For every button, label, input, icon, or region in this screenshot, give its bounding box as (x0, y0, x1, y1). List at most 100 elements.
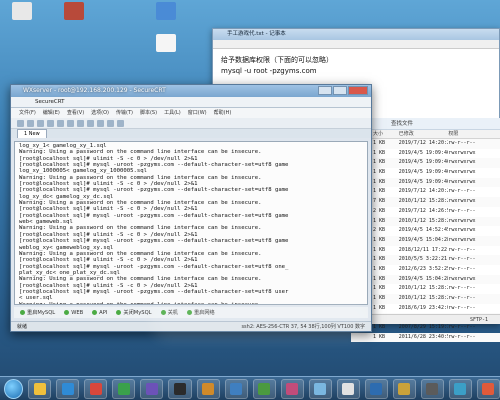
taskbar-button[interactable] (84, 378, 108, 399)
menu-item[interactable]: 窗口(W) (188, 108, 207, 118)
settings-icon[interactable] (97, 120, 104, 127)
quick-button[interactable]: API (92, 310, 107, 316)
menu-item[interactable]: 帮助(H) (214, 108, 232, 118)
file-row[interactable]: 1 KB 2019/4/5 19:09:46 rwxrwxrwx (351, 168, 500, 178)
desktop-icon[interactable] (148, 34, 184, 54)
screen-glare (150, 300, 370, 340)
file-row[interactable]: 7 KB 2010/1/12 15:28:22 rwxrwxrwx (351, 197, 500, 207)
reconnect-icon[interactable] (37, 120, 44, 127)
column-modified[interactable]: 已修改 (399, 130, 449, 138)
connect-icon[interactable] (17, 120, 24, 127)
file-row[interactable]: 1 KB 2019/4/5 15:04:28 rwxrwxrwx (351, 274, 500, 285)
notepad-body[interactable]: 给予数据库权限（下面的可以忽略） mysql -u root -pzgyms.c… (213, 49, 499, 83)
minimize-button[interactable] (318, 86, 332, 95)
notepad-title[interactable]: 手工游戏代.txt - 记事本 (213, 29, 499, 40)
taskbar-app-icon (342, 382, 355, 395)
app-icon (156, 34, 176, 52)
taskbar-button[interactable] (28, 378, 52, 399)
file-row[interactable]: 1 KB 2019/4/5 19:09:46 rwxrwxrwx (351, 158, 500, 169)
file-row[interactable]: 1 KB 2010/5/5 3:22:21 rw-r--r-- (351, 255, 500, 265)
close-button[interactable] (348, 86, 368, 95)
taskbar-button[interactable] (392, 378, 416, 399)
file-permissions: rwxrwxrwx (448, 159, 476, 166)
file-row[interactable]: 1 KB 2019/4/5 19:09:46 rwxrwxrwx (351, 177, 500, 188)
taskbar-app-icon (426, 382, 439, 395)
taskbar-app-icon (61, 382, 74, 395)
file-permissions: rw-r--r-- (448, 295, 476, 301)
quick-button[interactable]: 关闭MySQL (116, 309, 151, 316)
taskbar-button[interactable] (280, 378, 304, 399)
menu-item[interactable]: 脚本(S) (140, 108, 157, 118)
file-row[interactable]: 2 KB 2019/4/5 14:52:45 rwxrwxrwx (351, 226, 500, 236)
taskbar-app-icon (33, 382, 46, 395)
file-row[interactable]: 2 KB 2019/7/12 14:26:53 rw-r--r-- (351, 207, 500, 217)
file-permissions: rwxrwxrwx (448, 149, 476, 156)
notepad-line: 给予数据库权限（下面的可以忽略） (221, 56, 333, 64)
sftp-file-list[interactable]: 查找文件 大小 已修改 权限 1 KB 2019/7/12 14:20:27 rw-… (350, 118, 500, 343)
taskbar-button[interactable] (112, 378, 136, 399)
taskbar-button[interactable] (336, 378, 360, 399)
app-title: SecureCRT (11, 97, 371, 108)
taskbar-button[interactable] (420, 378, 444, 399)
help-icon[interactable] (117, 120, 124, 127)
file-row[interactable]: 1 KB 2019/4/5 15:04:28 rwxrwxrwx (351, 235, 500, 246)
file-modified: 2010/1/12 15:28:22 (398, 295, 449, 301)
app-icon (12, 2, 32, 20)
file-row[interactable]: 1 KB 2011/6/28 23:40:59 rw-r--r-- (351, 332, 500, 343)
file-row[interactable]: 1 KB 2010/1/12 15:28:22 rwxrwxrwx (351, 216, 500, 227)
file-row[interactable]: 1 KB 2019/4/5 19:09:46 rwxrwxrwx (351, 149, 500, 159)
quick-button[interactable]: WEB (64, 310, 83, 316)
menu-item[interactable]: 工具(L) (164, 108, 181, 118)
desktop-icon[interactable] (148, 2, 184, 22)
taskbar-button[interactable] (196, 378, 220, 399)
taskbar-button[interactable] (168, 378, 192, 399)
file-permissions: rwxrwxrwx (448, 236, 476, 243)
session-tab[interactable]: 1 New (17, 129, 47, 138)
file-row[interactable]: 1 KB 2010/1/12 15:28:22 rw-r--r-- (351, 294, 500, 304)
file-row[interactable]: 1 KB 2019/7/12 14:20:27 rw-r--r-- (351, 187, 500, 197)
sftp-icon[interactable] (107, 120, 114, 127)
copy-icon[interactable] (57, 120, 64, 127)
file-permissions: rwxrwxrwx (448, 178, 476, 185)
taskbar-button[interactable] (224, 378, 248, 399)
taskbar-button[interactable] (476, 378, 500, 399)
find-files-button[interactable]: 查找文件 (351, 118, 500, 130)
find-icon[interactable] (77, 120, 84, 127)
file-row[interactable]: 1 KB2018/12/11 17:22:19rw-r--r-- (351, 246, 500, 256)
session-tabs: 1 New (11, 129, 371, 138)
file-row[interactable]: 1 KB 2018/6/19 23:42:00 rw-r--r-- (351, 304, 500, 314)
taskbar (0, 376, 500, 400)
taskbar-button[interactable] (252, 378, 276, 399)
taskbar-button[interactable] (364, 378, 388, 399)
print-icon[interactable] (87, 120, 94, 127)
disconnect-icon[interactable] (47, 120, 54, 127)
terminal-output[interactable]: log_xy_1< gamelog_xy_1.sql Warning: Using… (14, 141, 368, 305)
taskbar-button[interactable] (308, 378, 332, 399)
taskbar-app-icon (482, 382, 495, 395)
quick-connect-icon[interactable] (27, 120, 34, 127)
file-row[interactable]: 1 KB 2019/7/12 14:20:27 rw-r--r-- (351, 139, 500, 149)
desktop-icon[interactable] (56, 2, 92, 22)
taskbar-button[interactable] (56, 378, 80, 399)
paste-icon[interactable] (67, 120, 74, 127)
column-permissions[interactable]: 权限 (448, 130, 500, 138)
menu-item[interactable]: 查看(V) (67, 108, 84, 118)
taskbar-app-icon (258, 382, 271, 395)
menu-item[interactable]: 文件(F) (19, 108, 36, 118)
taskbar-button[interactable] (448, 378, 472, 399)
menu-item[interactable]: 传输(T) (116, 108, 133, 118)
file-row[interactable]: 1 KB 2010/1/12 15:28:22 rw-r--r-- (351, 284, 500, 294)
start-button[interactable] (4, 378, 24, 399)
taskbar-button[interactable] (140, 378, 164, 399)
file-modified: 2018/6/19 23:42:00 (398, 304, 449, 311)
securecrt-titlebar[interactable]: WXserver - root@192.168.200.129 - Secure… (11, 85, 371, 97)
maximize-button[interactable] (333, 86, 347, 95)
file-list-rows: 1 KB 2019/7/12 14:20:27 rw-r--r-- 1 KB 2019/… (351, 139, 500, 343)
desktop-icon[interactable] (4, 2, 40, 22)
file-row[interactable]: 1 KB 2012/6/23 3:52:25 rw-r--r-- (351, 265, 500, 275)
securecrt-window[interactable]: WXserver - root@192.168.200.129 - Secure… (10, 84, 372, 332)
menu-item[interactable]: 选项(O) (91, 108, 109, 118)
quick-button[interactable]: 重启MySQL (20, 309, 55, 316)
menu-item[interactable]: 编辑(E) (43, 108, 60, 118)
notepad-menu-bar[interactable] (213, 40, 499, 49)
